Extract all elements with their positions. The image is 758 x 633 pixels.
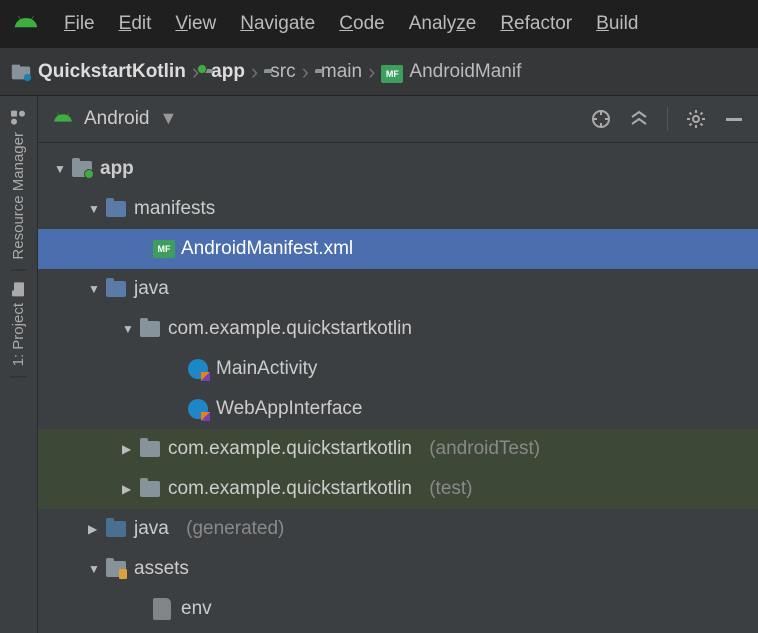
tool-tab-resource-manager[interactable]: Resource Manager bbox=[10, 100, 27, 271]
project-pane-header: Android ▼ bbox=[38, 96, 758, 143]
generated-folder-icon bbox=[106, 521, 128, 537]
collapse-all-icon[interactable] bbox=[629, 109, 649, 129]
menu-file[interactable]: File bbox=[64, 13, 95, 35]
crumb-project[interactable]: QuickstartKotlin bbox=[10, 61, 186, 83]
package-icon bbox=[140, 441, 162, 457]
tree-node-androidmanifest[interactable]: MF AndroidManifest.xml bbox=[38, 229, 758, 269]
minimize-icon[interactable] bbox=[724, 109, 744, 129]
menu-build[interactable]: Build bbox=[596, 13, 638, 35]
menu-view[interactable]: View bbox=[175, 13, 216, 35]
tree-node-package-main[interactable]: ▼ com.example.quickstartkotlin bbox=[38, 309, 758, 349]
tool-tab-project[interactable]: 1: Project bbox=[10, 271, 27, 377]
menu-edit[interactable]: Edit bbox=[119, 13, 152, 35]
assets-folder-icon bbox=[106, 561, 128, 577]
module-folder-icon bbox=[72, 161, 94, 177]
tree-node-java[interactable]: ▼ java bbox=[38, 269, 758, 309]
text-file-icon bbox=[153, 598, 175, 620]
tree-node-env[interactable]: env bbox=[38, 589, 758, 629]
crumb-main[interactable]: main bbox=[315, 61, 362, 83]
menu-refactor[interactable]: Refactor bbox=[500, 13, 572, 35]
gear-icon[interactable] bbox=[686, 109, 706, 129]
tree-node-app[interactable]: ▼ app bbox=[38, 149, 758, 189]
expand-arrow-icon[interactable]: ▶ bbox=[122, 482, 134, 496]
menu-code[interactable]: Code bbox=[339, 13, 384, 35]
tree-node-manifests[interactable]: ▼ manifests bbox=[38, 189, 758, 229]
left-tool-strip: Resource Manager 1: Project bbox=[0, 96, 38, 633]
view-selector[interactable]: Android bbox=[84, 108, 150, 130]
chevron-right-icon: › bbox=[368, 59, 375, 85]
expand-arrow-icon[interactable]: ▼ bbox=[88, 562, 100, 576]
tree-node-webappinterface[interactable]: WebAppInterface bbox=[38, 389, 758, 429]
project-icon bbox=[10, 61, 32, 83]
menu-navigate[interactable]: Navigate bbox=[240, 13, 315, 35]
tree-node-assets[interactable]: ▼ assets bbox=[38, 549, 758, 589]
tree-node-package-androidtest[interactable]: ▶ com.example.quickstartkotlin (androidT… bbox=[38, 429, 758, 469]
breadcrumb: QuickstartKotlin › app › src › main › MF… bbox=[0, 48, 758, 96]
folder-icon bbox=[106, 201, 128, 217]
manifest-file-icon: MF bbox=[153, 240, 175, 258]
project-pane: Android ▼ bbox=[38, 96, 758, 633]
expand-arrow-icon[interactable]: ▼ bbox=[54, 162, 66, 176]
expand-arrow-icon[interactable]: ▶ bbox=[88, 522, 100, 536]
chevron-right-icon: › bbox=[302, 59, 309, 85]
android-icon bbox=[52, 108, 74, 130]
target-icon[interactable] bbox=[591, 109, 611, 129]
chevron-right-icon: › bbox=[251, 59, 258, 85]
divider bbox=[667, 107, 668, 131]
folder-icon bbox=[106, 281, 128, 297]
expand-arrow-icon[interactable]: ▼ bbox=[88, 282, 100, 296]
project-tree[interactable]: ▼ app ▼ manifests MF AndroidManifest.xml… bbox=[38, 143, 758, 633]
tree-node-mainactivity[interactable]: MainActivity bbox=[38, 349, 758, 389]
main-menu-bar: File Edit View Navigate Code Analyze Ref… bbox=[0, 0, 758, 48]
kotlin-class-icon bbox=[188, 399, 210, 419]
tree-node-java-generated[interactable]: ▶ java (generated) bbox=[38, 509, 758, 549]
package-icon bbox=[140, 481, 162, 497]
crumb-src[interactable]: src bbox=[264, 61, 295, 83]
android-studio-logo-icon bbox=[12, 10, 40, 38]
package-icon bbox=[140, 321, 162, 337]
kotlin-class-icon bbox=[188, 359, 210, 379]
dropdown-arrow-icon[interactable]: ▼ bbox=[160, 108, 178, 129]
tree-node-package-test[interactable]: ▶ com.example.quickstartkotlin (test) bbox=[38, 469, 758, 509]
crumb-app[interactable]: app bbox=[205, 61, 245, 83]
project-tab-icon bbox=[11, 281, 27, 297]
crumb-manifest[interactable]: MF AndroidManif bbox=[381, 61, 521, 83]
resource-manager-icon bbox=[11, 110, 27, 126]
menu-analyze[interactable]: Analyze bbox=[409, 13, 477, 35]
expand-arrow-icon[interactable]: ▼ bbox=[88, 202, 100, 216]
manifest-icon: MF bbox=[381, 61, 403, 83]
expand-arrow-icon[interactable]: ▶ bbox=[122, 442, 134, 456]
expand-arrow-icon[interactable]: ▼ bbox=[122, 322, 134, 336]
